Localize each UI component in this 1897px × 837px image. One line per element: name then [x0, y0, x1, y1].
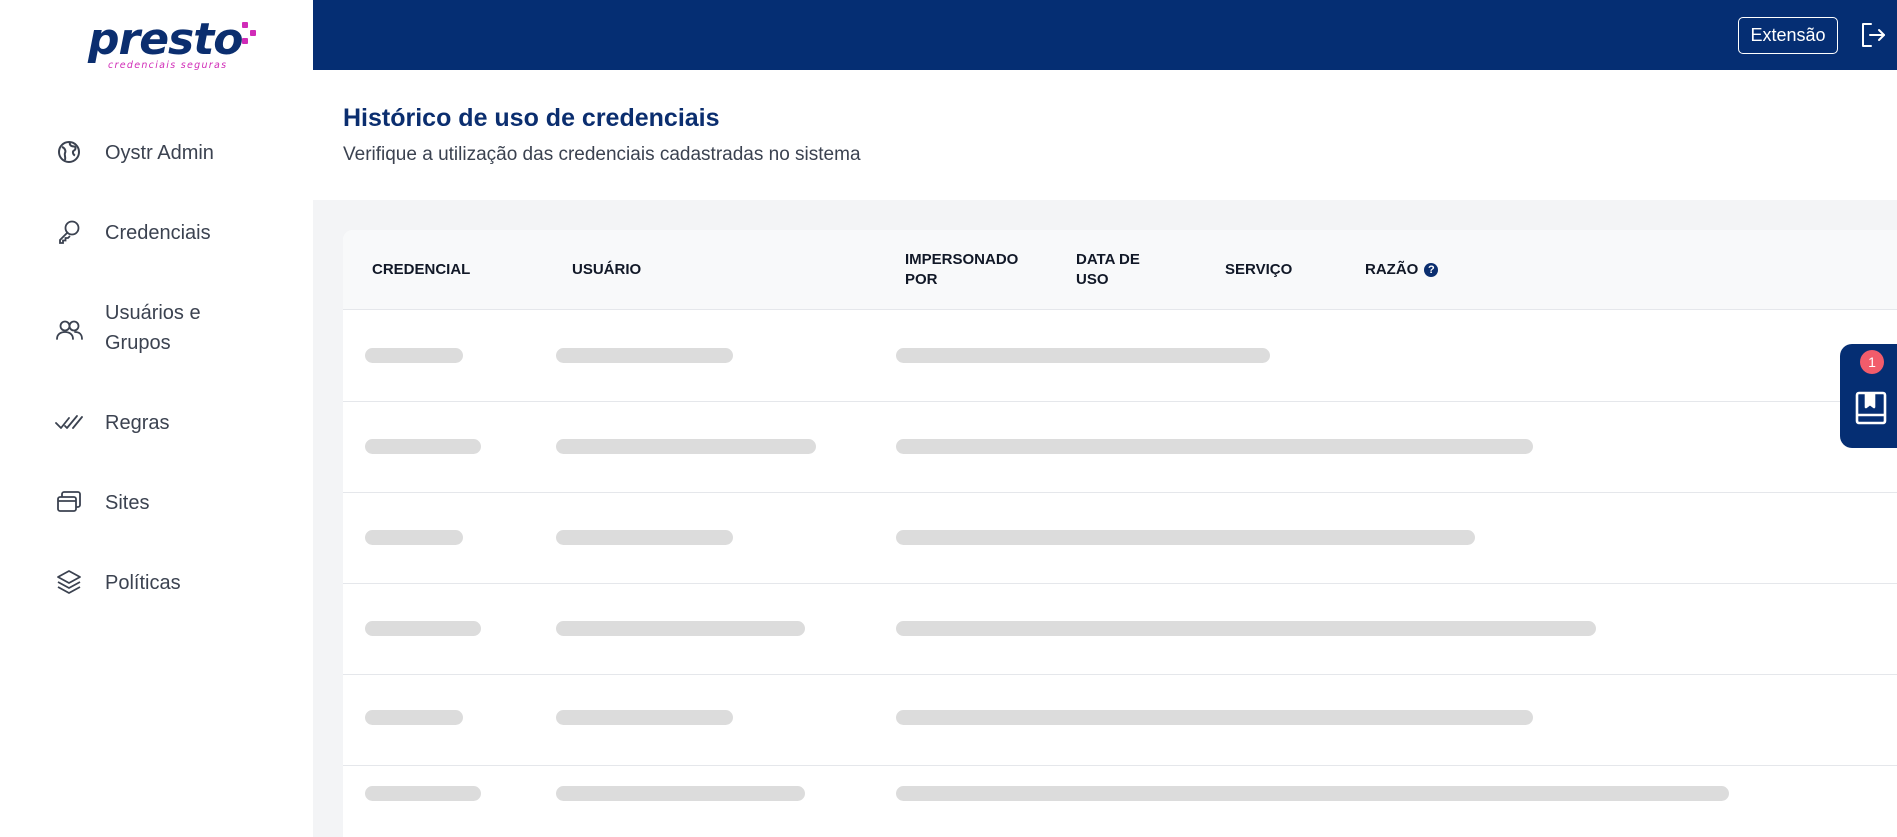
sidebar-item-label: Políticas [105, 572, 181, 594]
skeleton-details [896, 710, 1533, 725]
sidebar-item-label: Credenciais [105, 222, 211, 244]
skeleton-details [896, 348, 1270, 363]
skeleton-usuario [556, 439, 816, 454]
logo-dots [240, 20, 258, 46]
skeleton-usuario [556, 348, 733, 363]
globe-icon [55, 138, 83, 166]
skeleton-credencial [365, 530, 463, 545]
table-row-loading [343, 675, 1897, 766]
sidebar-item-label: Regras [105, 412, 170, 434]
sidebar-item-label: Oystr Admin [105, 142, 214, 164]
skeleton-credencial [365, 439, 481, 454]
users-icon [55, 316, 83, 344]
skeleton-credencial [365, 621, 481, 636]
column-header-credencial[interactable]: CREDENCIAL [372, 260, 470, 280]
help-icon[interactable]: ? [1424, 263, 1439, 277]
column-header-impersonado-por[interactable]: IMPERSONADO POR [905, 250, 1035, 290]
logout-icon[interactable] [1859, 21, 1887, 49]
logo-tagline: credenciais seguras [108, 60, 228, 71]
book-icon [1854, 390, 1888, 426]
double-check-icon [55, 408, 83, 436]
skeleton-usuario [556, 786, 805, 801]
page-subtitle: Verifique a utilização das credenciais c… [343, 144, 861, 165]
sidebar-item-label: Usuários e Grupos [105, 302, 201, 354]
page-title: Histórico de uso de credenciais [343, 104, 720, 132]
skeleton-credencial [365, 710, 463, 725]
table-row-loading [343, 584, 1897, 675]
sidebar-item-label: Sites [105, 492, 150, 514]
table-row-loading [343, 402, 1897, 493]
table-row-loading [343, 493, 1897, 584]
skeleton-usuario [556, 710, 733, 725]
skeleton-usuario [556, 530, 733, 545]
extension-button[interactable]: Extensão [1738, 17, 1838, 54]
skeleton-credencial [365, 786, 481, 801]
table-row-loading [343, 311, 1897, 402]
column-header-razao[interactable]: RAZÃO? [1365, 260, 1439, 280]
logo-wordmark: presto [88, 14, 243, 65]
skeleton-credencial [365, 348, 463, 363]
column-header-usuario[interactable]: USUÁRIO [572, 260, 641, 280]
table-row-loading [343, 766, 1897, 837]
top-bar [313, 0, 1897, 70]
skeleton-details [896, 439, 1533, 454]
column-header-razao-label: RAZÃO [1365, 261, 1419, 278]
notification-badge: 1 [1860, 350, 1884, 374]
sidebar: presto credenciais seguras Oystr Admin C… [0, 0, 312, 837]
column-header-data-de-uso[interactable]: DATA DE USO [1076, 250, 1156, 290]
key-icon [55, 218, 83, 246]
skeleton-usuario [556, 621, 805, 636]
column-header-servico[interactable]: SERVIÇO [1225, 260, 1292, 280]
skeleton-details [896, 621, 1596, 636]
skeleton-details [896, 530, 1475, 545]
layers-icon [55, 568, 83, 596]
presto-logo[interactable]: presto credenciais seguras [88, 14, 258, 74]
usage-history-table: CREDENCIAL USUÁRIO IMPERSONADO POR DATA … [343, 230, 1897, 837]
table-header: CREDENCIAL USUÁRIO IMPERSONADO POR DATA … [343, 230, 1897, 310]
skeleton-details [896, 786, 1729, 801]
windows-icon [55, 488, 83, 516]
